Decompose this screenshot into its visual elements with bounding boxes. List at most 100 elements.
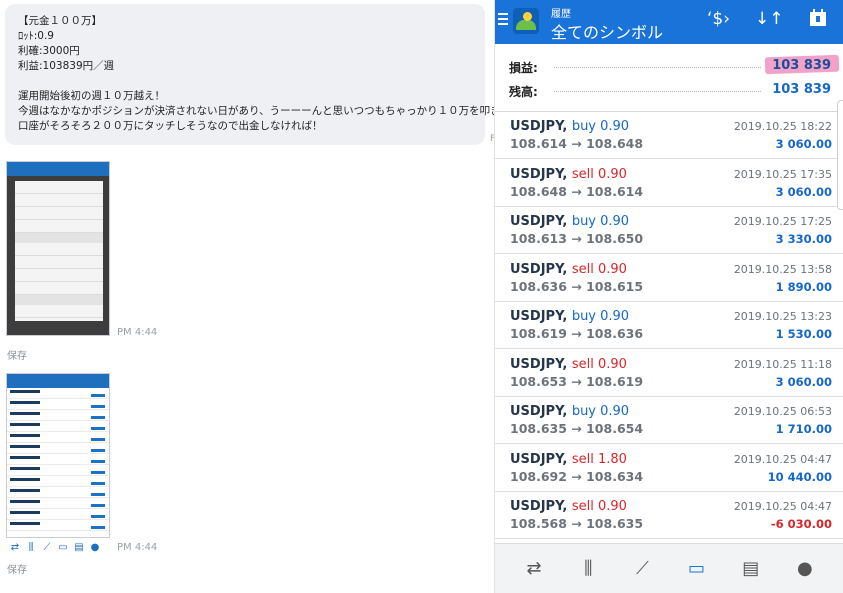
deal-row[interactable]: USDJPY, sell 0.90 108.653 → 108.619 2019.1… [495,350,843,397]
message-line: 【元金１００万】 [18,15,102,27]
message-line: 口座がそろそろ２００万にタッチしそうなので出金しなければ！ [18,120,323,132]
mt4-logo-icon [513,8,539,34]
thumb-titlebar [7,374,109,388]
mt4-history-screen: 履歴 全てのシンボル ‘$› ↓↑ 損益: 103 839 残高: 103 83… [494,0,843,593]
deal-profit: 1 530.00 [775,327,832,341]
deal-row[interactable]: USDJPY, buy 0.90 108.614 → 108.648 2019.10… [495,112,843,159]
deal-symbol: USDJPY, sell 0.90 [510,499,627,514]
deal-prices: 108.619 → 108.636 [510,326,644,341]
profit-value: 103 839 [772,58,831,73]
bottom-tab-bar: ⇄ ⫼ ⟋ ▭ ▤ ● [495,543,843,593]
deal-symbol: USDJPY, sell 1.80 [510,451,627,467]
save-link[interactable]: 保存 [7,561,27,576]
deposit-icon[interactable]: ‘$› [707,9,730,29]
deal-row[interactable]: USDJPY, buy 0.90 108.635 → 108.654 2019.10… [495,397,843,444]
chart-icon: ⫼ [28,541,34,553]
deal-row[interactable]: USDJPY, sell 0.90 108.636 → 108.615 2019.1… [495,255,843,302]
thumb-tab-icons: ⇄ ⫼ ⟋ ▭ ▤ ● [10,540,110,554]
message-time: PM 4:44 [117,327,158,338]
summary-block: 損益: 103 839 残高: 103 839 [495,44,843,112]
save-link[interactable]: 保存 [7,347,27,362]
tab-history[interactable]: ▭ [682,554,712,584]
balance-row: 残高: 103 839 [509,81,831,101]
deal-symbol: USDJPY, buy 0.90 [510,119,630,134]
screenshot-root: 【元金１００万】 ﾛｯﾄ:0.9 利確:3000円 利益:103839円／週 運… [0,0,843,593]
profit-row: 損益: 103 839 [509,54,840,77]
deal-prices: 108.614 → 108.648 [510,136,644,151]
deal-row[interactable]: USDJPY, sell 1.80 108.692 → 108.634 2019.1… [495,445,843,492]
deal-row[interactable]: USDJPY, sell 0.90 108.568 → 108.635 2019.1… [495,492,843,539]
news-icon: ▤ [74,541,84,553]
tab-trade[interactable]: ⟋ [627,554,657,584]
sort-icon[interactable]: ↓↑ [755,9,784,29]
deal-prices: 108.635 → 108.654 [510,421,644,436]
app-header: 履歴 全てのシンボル ‘$› ↓↑ [495,0,843,44]
message-time: PM 4:44 [117,542,158,553]
deal-profit: 3 060.00 [775,137,832,151]
deal-symbol: USDJPY, sell 0.90 [510,261,627,277]
deal-symbol: USDJPY, buy 0.90 [510,309,630,324]
quotes-icon: ⇄ [526,557,542,579]
header-subtitle: 履歴 [551,9,571,20]
deal-prices: 108.568 → 108.635 [510,516,644,531]
deal-side: sell 0.90 [571,261,627,277]
deal-prices: 108.613 → 108.650 [510,231,644,246]
message-line: 利確:3000円 [18,45,80,57]
deal-profit: -6 030.00 [770,517,832,531]
deal-datetime: 2019.10.25 13:58 [733,262,832,276]
menu-icon[interactable] [498,13,508,27]
trade-icon: ⟋ [636,557,649,579]
deal-side: sell 0.90 [571,166,627,182]
deal-side: sell 0.90 [571,356,627,372]
deal-profit: 3 330.00 [775,232,832,246]
deal-row[interactable]: USDJPY, buy 0.90 108.613 → 108.650 2019.10… [495,207,843,254]
deal-symbol: USDJPY, buy 0.90 [510,404,630,419]
deal-datetime: 2019.10.25 11:18 [733,357,832,371]
chat-pane: 【元金１００万】 ﾛｯﾄ:0.9 利確:3000円 利益:103839円／週 運… [0,0,572,593]
deal-row[interactable]: USDJPY, sell 0.90 108.648 → 108.614 2019.1… [495,160,843,207]
deal-datetime: 2019.10.25 04:47 [733,452,832,466]
scroll-handle[interactable] [837,100,843,210]
deal-symbol: USDJPY, buy 0.90 [510,214,630,229]
header-title[interactable]: 全てのシンボル [551,19,663,43]
tab-quotes[interactable]: ⇄ [519,554,549,584]
news-icon: ▤ [742,557,760,579]
calendar-icon[interactable] [809,9,827,32]
image-attachment-history[interactable] [6,373,110,538]
tab-chart[interactable]: ⫼ [573,554,603,584]
deal-side: buy 0.90 [571,119,630,134]
deal-datetime: 2019.10.25 17:35 [733,167,832,181]
deal-profit: 3 060.00 [775,184,832,199]
balance-value: 103 839 [772,82,831,97]
deal-symbol: USDJPY, sell 0.90 [510,166,627,182]
deal-row[interactable]: USDJPY, buy 0.90 108.619 → 108.636 2019.10… [495,302,843,349]
chart-icon: ⫼ [584,557,593,579]
deal-side: buy 0.90 [571,309,630,324]
trade-icon: ⟋ [43,541,51,553]
deal-side: sell 0.90 [571,499,627,514]
deal-side: buy 0.90 [571,214,630,229]
deal-prices: 108.692 → 108.634 [510,468,644,484]
deal-profit: 3 060.00 [775,374,832,389]
deal-prices: 108.636 → 108.615 [510,278,644,294]
deal-side: buy 0.90 [571,404,630,419]
chat-icon: ● [90,541,100,553]
tab-chat[interactable]: ● [790,554,820,584]
thumb-date-dialog [15,181,103,331]
deal-datetime: 2019.10.25 04:47 [733,500,832,513]
message-line: 今週はなかなかポジションが決済されない日があり、うーーーんと思いつつもちゃっかり… [18,105,572,117]
message-line: ﾛｯﾄ:0.9 [18,30,54,42]
deal-symbol: USDJPY, sell 0.90 [510,356,627,372]
profit-label: 損益: [509,61,538,75]
deal-prices: 108.653 → 108.619 [510,373,644,389]
image-attachment-datepicker[interactable] [6,161,110,336]
deal-datetime: 2019.10.25 06:53 [733,405,832,418]
deal-prices: 108.648 → 108.614 [510,183,644,199]
thumb-titlebar [7,162,109,176]
message-line: 運用開始後初の週１０万越え！ [18,90,165,102]
thumb-footer [7,321,109,335]
tab-news[interactable]: ▤ [736,554,766,584]
message-bubble: 【元金１００万】 ﾛｯﾄ:0.9 利確:3000円 利益:103839円／週 運… [5,4,572,145]
deal-datetime: 2019.10.25 18:22 [733,120,832,133]
